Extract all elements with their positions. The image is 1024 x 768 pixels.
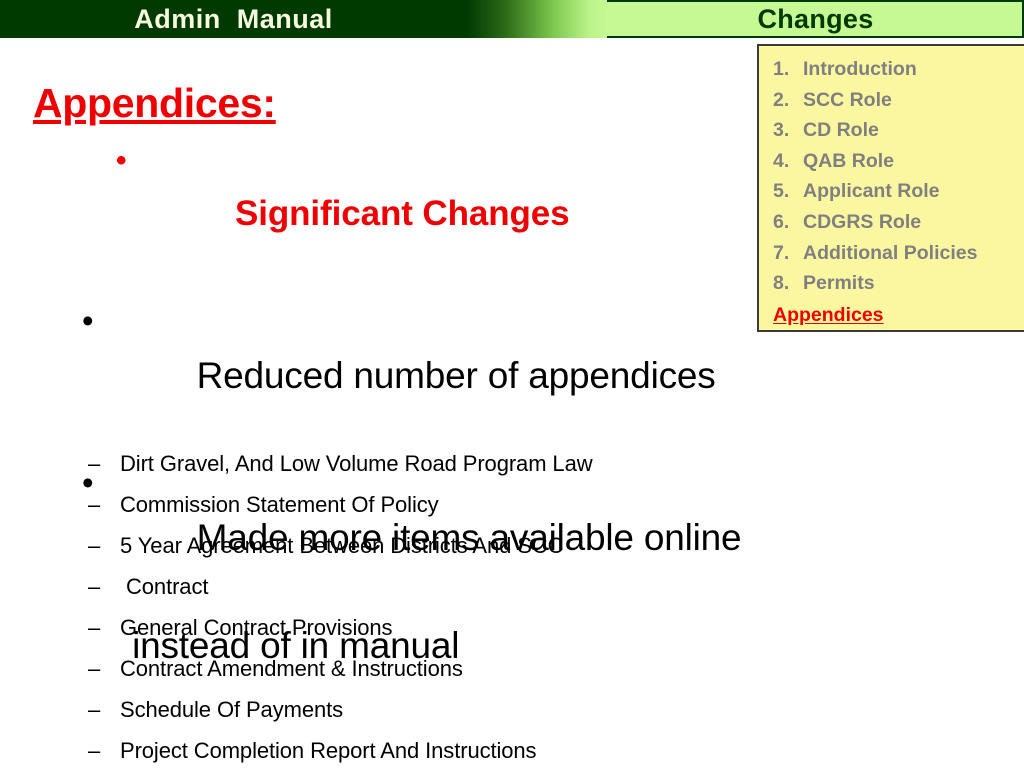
bullet-significant-changes: Significant Changes [116,133,1016,295]
list-item: Commission Statement Of Policy [88,484,968,525]
page-title: Appendices: [33,80,276,126]
slide-header: Admin Manual Changes [0,0,1024,38]
form-sub-list: Dirt Gravel, And Low Volume Road Program… [88,443,968,768]
list-item: Project Completion Report And Instructio… [88,730,968,768]
list-item: Contract [88,566,968,607]
bullet-text: Significant Changes [235,194,570,233]
list-item: 5 Year Agreement Between Districts And S… [88,525,968,566]
header-title-changes: Changes [757,3,874,34]
slide: Admin Manual Changes 1. Introduction 2. … [0,0,1024,768]
bullet-text: Reduced number of appendices [196,355,716,396]
header-gradient-band [467,0,607,38]
bullet-reduced-appendices: Reduced number of appendices [78,294,978,457]
list-item: Schedule Of Payments [88,689,968,730]
list-item: General Contract Provisions [88,607,968,648]
list-item: Dirt Gravel, And Low Volume Road Program… [88,443,968,484]
list-item: Contract Amendment & Instructions [88,648,968,689]
header-title-admin-manual: Admin Manual [134,3,333,34]
slide-body: Appendices: Significant Changes Reduced … [0,38,1024,768]
